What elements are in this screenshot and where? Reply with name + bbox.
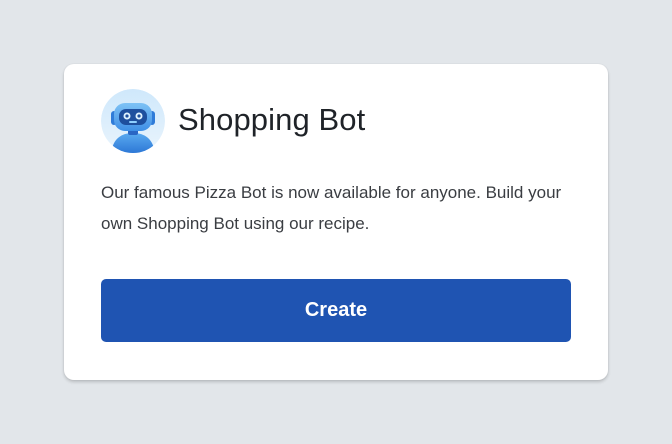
card-description: Our famous Pizza Bot is now available fo… [101, 183, 562, 233]
create-button[interactable]: Create [101, 279, 571, 342]
bot-card: Shopping Bot Our famous Pizza Bot is now… [64, 64, 608, 380]
card-title: Shopping Bot [178, 101, 366, 137]
card-header: Shopping Bot [101, 89, 365, 153]
robot-avatar-icon [101, 89, 165, 153]
